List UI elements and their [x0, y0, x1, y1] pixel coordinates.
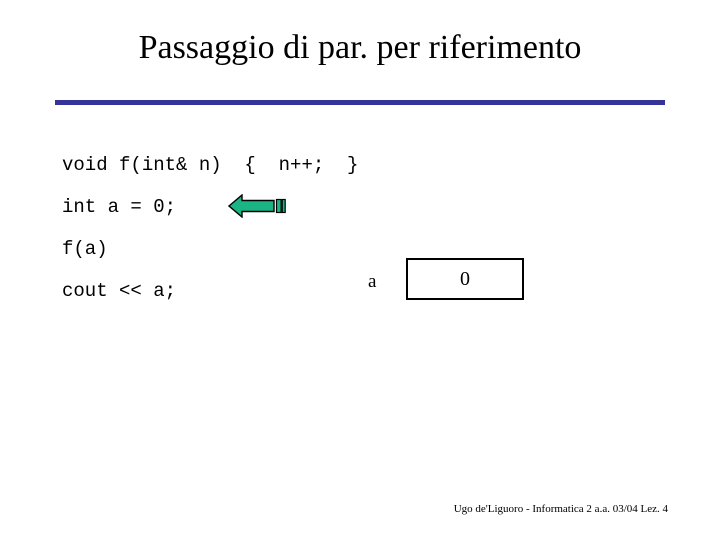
- variable-label: a: [368, 271, 377, 292]
- code-line-function-declaration: void f(int& n) { n++; }: [62, 154, 359, 176]
- code-line-variable-init: int a = 0;: [62, 196, 177, 218]
- page-title: Passaggio di par. per riferimento: [138, 29, 582, 66]
- variable-value-box: 0: [406, 258, 524, 300]
- slide-canvas: Passaggio di par. per riferimento void f…: [0, 0, 720, 540]
- code-block: void f(int& n) { n++; } int a = 0; f(a) …: [62, 152, 358, 320]
- variable-value: 0: [460, 267, 470, 290]
- slide-footer: Ugo de'Liguoro - Informatica 2 a.a. 03/0…: [453, 503, 668, 515]
- code-line-output: cout << a;: [62, 280, 177, 302]
- title-divider-rule: [55, 100, 665, 105]
- left-arrow-icon: [227, 193, 286, 219]
- code-line-function-call: f(a): [62, 238, 108, 260]
